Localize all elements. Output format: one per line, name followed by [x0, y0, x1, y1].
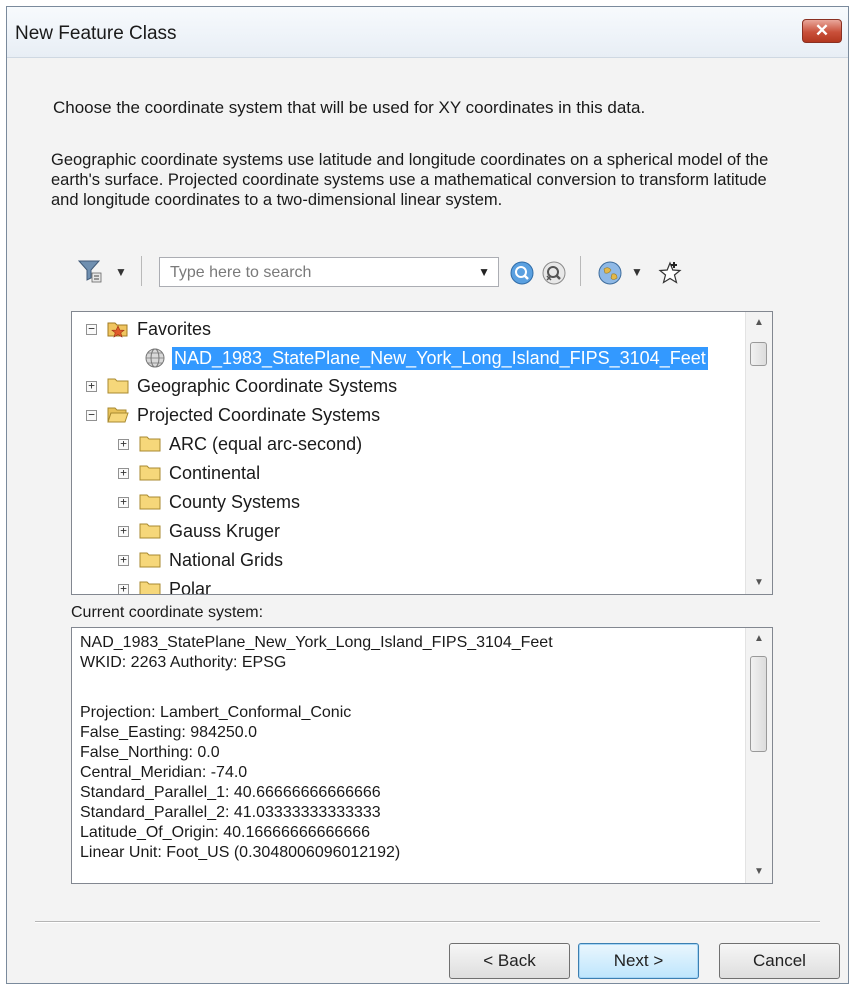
folder-icon [139, 581, 161, 594]
clear-search-icon[interactable] [541, 260, 567, 286]
search-input[interactable] [168, 262, 462, 284]
open-folder-icon [107, 407, 129, 423]
cancel-button[interactable]: Cancel [719, 943, 840, 979]
details-line: Standard_Parallel_1: 40.66666666666666 [80, 784, 381, 801]
search-icon[interactable] [509, 260, 535, 286]
folder-icon [139, 436, 161, 452]
search-box[interactable]: ▼ [159, 257, 499, 287]
toolbar-separator [580, 256, 581, 286]
tree-item-gauss-kruger[interactable]: + Gauss Kruger [118, 518, 280, 544]
new-feature-class-dialog: New Feature Class ✕ Choose the coordinat… [6, 6, 849, 984]
filter-dropdown-arrow[interactable]: ▼ [115, 265, 127, 279]
toolbar-separator [141, 256, 142, 286]
details-scrollbar[interactable]: ▲ ▼ [745, 628, 772, 883]
scroll-down-arrow[interactable]: ▼ [746, 572, 772, 594]
footer-divider [35, 921, 820, 923]
tree-item-projected[interactable]: − Projected Coordinate Systems [86, 402, 380, 428]
folder-icon [139, 494, 161, 510]
expand-icon[interactable]: + [118, 525, 129, 537]
folder-icon [107, 378, 129, 394]
dialog-content: Choose the coordinate system that will b… [7, 58, 848, 983]
details-line: WKID: 2263 Authority: EPSG [80, 654, 287, 671]
tree-item-favorite-crs[interactable]: NAD_1983_StatePlane_New_York_Long_Island… [144, 345, 708, 371]
tree-item-label: Geographic Coordinate Systems [137, 375, 398, 396]
expand-icon[interactable]: + [86, 380, 97, 392]
coordinate-system-details: NAD_1983_StatePlane_New_York_Long_Island… [71, 627, 773, 884]
details-line: Standard_Parallel_2: 41.03333333333333 [80, 804, 381, 821]
filter-icon[interactable] [77, 258, 103, 284]
details-line: Central_Meridian: -74.0 [80, 764, 248, 781]
dialog-title: New Feature Class [15, 23, 177, 44]
scroll-up-arrow[interactable]: ▲ [746, 628, 772, 650]
expand-icon[interactable]: + [118, 554, 129, 566]
collapse-icon[interactable]: − [86, 323, 97, 335]
expand-icon[interactable]: + [118, 583, 129, 594]
folder-icon [139, 552, 161, 568]
tree-item-label: County Systems [169, 491, 301, 512]
tree-item-county[interactable]: + County Systems [118, 489, 300, 515]
globe-dropdown-arrow[interactable]: ▼ [631, 265, 643, 279]
current-coordinate-system-label: Current coordinate system: [71, 604, 264, 621]
details-line: NAD_1983_StatePlane_New_York_Long_Island… [80, 634, 553, 651]
globe-icon[interactable] [597, 260, 623, 286]
details-line: False_Northing: 0.0 [80, 744, 220, 761]
intro-text: Choose the coordinate system that will b… [53, 98, 646, 117]
selected-tree-item-label: NAD_1983_StatePlane_New_York_Long_Island… [172, 346, 708, 370]
details-line: Projection: Lambert_Conformal_Conic [80, 704, 352, 721]
tree-item-label: Gauss Kruger [169, 520, 281, 541]
folder-icon [139, 523, 161, 539]
close-button[interactable]: ✕ [802, 19, 842, 43]
details-line: Linear Unit: Foot_US (0.3048006096012192… [80, 844, 401, 861]
scroll-thumb[interactable] [750, 656, 767, 752]
tree-item-geographic[interactable]: + Geographic Coordinate Systems [86, 373, 397, 399]
search-dropdown-arrow[interactable]: ▼ [478, 265, 490, 279]
coordinate-system-tree[interactable]: − Favorites NAD_1983_StatePlane_New_York… [71, 311, 773, 595]
folder-icon [139, 465, 161, 481]
tree-item-favorites[interactable]: − Favorites [86, 316, 211, 342]
close-icon: ✕ [814, 21, 830, 40]
tree-item-label: Polar [169, 578, 212, 595]
scroll-up-arrow[interactable]: ▲ [746, 312, 772, 334]
tree-item-arc[interactable]: + ARC (equal arc-second) [118, 431, 362, 457]
tree-item-label: Favorites [137, 318, 212, 339]
tree-item-label: National Grids [169, 549, 284, 570]
tree-item-label: Continental [169, 462, 261, 483]
tree-item-label: ARC (equal arc-second) [169, 433, 363, 454]
description-text: Geographic coordinate systems use latitu… [51, 151, 769, 209]
collapse-icon[interactable]: − [86, 409, 97, 421]
details-line: Latitude_Of_Origin: 40.16666666666666 [80, 824, 371, 841]
add-favorite-icon[interactable] [657, 260, 683, 286]
expand-icon[interactable]: + [118, 438, 129, 450]
expand-icon[interactable]: + [118, 496, 129, 508]
tree-item-continental[interactable]: + Continental [118, 460, 260, 486]
tree-item-national-grids[interactable]: + National Grids [118, 547, 283, 573]
title-bar: New Feature Class ✕ [7, 7, 848, 58]
tree-item-polar[interactable]: + Polar [118, 576, 212, 595]
details-line: False_Easting: 984250.0 [80, 724, 258, 741]
scroll-thumb[interactable] [750, 342, 767, 366]
expand-icon[interactable]: + [118, 467, 129, 479]
tree-item-label: Projected Coordinate Systems [137, 404, 381, 425]
next-button[interactable]: Next > [578, 943, 699, 979]
back-button[interactable]: < Back [449, 943, 570, 979]
globe-icon [145, 348, 165, 368]
scroll-down-arrow[interactable]: ▼ [746, 861, 772, 883]
favorites-folder-icon [107, 322, 128, 338]
tree-scrollbar[interactable]: ▲ ▼ [745, 312, 772, 594]
